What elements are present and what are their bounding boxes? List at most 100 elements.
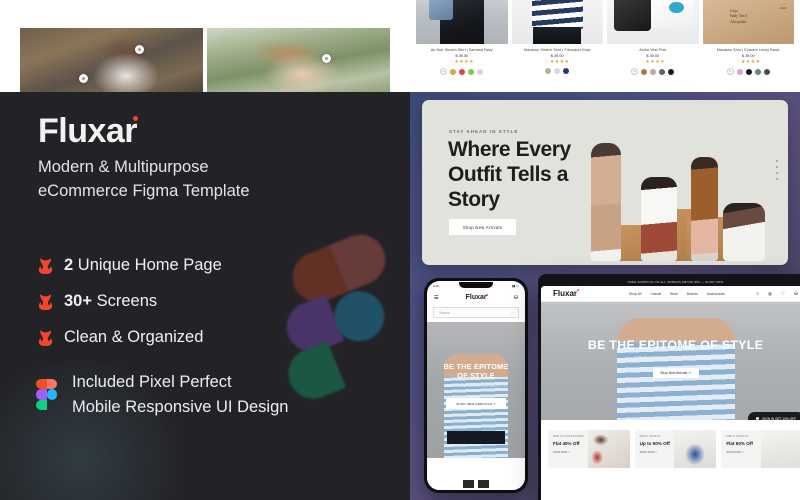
mockup-stage: STAY AHEAD IN STYLE Where Every Outfit T… <box>410 92 800 500</box>
color-swatches[interactable]: 3+ <box>631 68 675 75</box>
product-card[interactable]: Au Noir Stretch Shirt | Santana Navy $ 3… <box>416 0 508 92</box>
star-filled-icon: ★★★★ <box>740 59 761 65</box>
star-filled-icon: ★★★★ <box>645 59 665 65</box>
product-card[interactable]: Aloha Vest Pink $ 39.00 ☆★★★★ 3+ <box>607 0 699 92</box>
lifestyle-photo-1 <box>20 28 203 92</box>
product-image <box>511 0 603 44</box>
status-indicators: ▮▮ ▭ <box>512 283 519 288</box>
color-swatches[interactable]: 3+ <box>440 68 484 75</box>
star-filled-icon: ★★★★ <box>454 59 474 65</box>
product-name: Au Noir Stretch Shirt | Santana Navy <box>430 48 493 52</box>
flame-icon <box>38 329 53 346</box>
swatch[interactable] <box>563 68 570 74</box>
phone-mockup: 9:41 ▮▮ ▭ ☰ Fluxar ⛁ Search ⌕ BE THE EPI… <box>424 278 528 493</box>
flame-icon <box>38 257 53 274</box>
feature-label: Clean & Organized <box>64 328 204 346</box>
figma-note-line-2: Mobile Responsive UI Design <box>72 397 289 416</box>
swatch[interactable] <box>477 68 484 75</box>
swatch[interactable] <box>545 68 552 74</box>
info-panel: Fluxar Modern & Multipurpose eCommerce F… <box>0 92 410 500</box>
promo-card-row: MEN'S ACCESSORIES Flat 40% Off SHOP NOW … <box>541 420 800 468</box>
promo-link[interactable]: SHOP NOW ↗ <box>553 451 588 454</box>
promo-eyebrow: MEN'S ACCESSORIES <box>553 435 584 438</box>
hamburger-icon[interactable]: ☰ <box>434 295 438 301</box>
swatch[interactable] <box>554 68 561 74</box>
rating-stars: ☆★★★★ <box>736 60 760 65</box>
swatch[interactable] <box>659 68 666 75</box>
more-swatches-badge[interactable]: 3+ <box>726 68 734 75</box>
hero-title-line-1: Where Every <box>448 138 571 161</box>
hotspot-dot[interactable] <box>322 53 332 63</box>
ribbon-label: SIGN IN GET 10% OFF <box>762 416 796 421</box>
nav-link[interactable]: Shop All <box>629 292 641 296</box>
promo-image <box>674 430 717 468</box>
figma-note-line-1: Included Pixel Perfect <box>72 373 232 391</box>
swatch[interactable] <box>763 68 770 75</box>
swatch[interactable] <box>650 68 657 75</box>
product-image <box>607 0 699 44</box>
product-image <box>416 0 508 44</box>
promo-card[interactable]: MEN'S SHORTS Flat 50% Off SHOP NOW ↗ <box>721 430 800 468</box>
swatch[interactable] <box>450 68 457 75</box>
swatch[interactable] <box>736 68 743 75</box>
promo-title: Flat 40% Off <box>553 441 580 446</box>
desktop-hero-image: BE THE EPITOME OF STYLE With Our Trendse… <box>541 302 800 420</box>
desktop-nav-icons[interactable]: ⌕ ◍ ♡ ⛁ <box>756 291 798 297</box>
promo-card[interactable]: MEN'S SHIRTS Up to 50% Off SHOP NOW ↗ <box>634 430 717 468</box>
nav-link[interactable]: Brands <box>687 292 698 296</box>
more-swatches-badge[interactable]: 3+ <box>631 68 639 75</box>
signin-offer-ribbon[interactable]: SIGN IN GET 10% OFF <box>747 412 800 421</box>
phone-search-input[interactable]: Search ⌕ <box>433 307 519 318</box>
feature-item: Clean & Organized <box>38 328 222 347</box>
feature-label: 2 Unique Home Page <box>64 256 222 275</box>
ribbon-dot-icon <box>755 416 760 420</box>
product-card[interactable]: Macasso Stretch Shirt | Fibonacci Husk $… <box>511 0 603 92</box>
product-name: Macasso Stretch Shirt | Fibonacci Husk <box>524 48 591 52</box>
brand-name: Fluxar <box>38 112 138 150</box>
promo-card[interactable]: MEN'S ACCESSORIES Flat 40% Off SHOP NOW … <box>548 430 630 468</box>
swatch[interactable] <box>468 68 475 75</box>
swatch[interactable] <box>459 68 466 75</box>
hotspot-dot[interactable] <box>78 74 88 84</box>
more-swatches-badge[interactable]: 3+ <box>440 68 448 75</box>
phone-notch <box>459 282 493 288</box>
announcement-bar: FREE SHIPPING ON ALL ORDERS ABOVE $50 — … <box>627 279 724 284</box>
color-swatches[interactable] <box>545 68 570 74</box>
promo-eyebrow: MEN'S SHORTS <box>726 435 749 438</box>
hero-cta-button[interactable]: Shop New Arrivals <box>449 219 516 235</box>
promo-link[interactable]: SHOP NOW ↗ <box>640 451 675 454</box>
user-icon[interactable]: ◍ <box>768 291 772 297</box>
phone-cta-button[interactable]: SHOP NEW ARRIVALS ↗ <box>446 398 506 409</box>
search-icon[interactable]: ⌕ <box>511 311 513 315</box>
search-placeholder: Search <box>439 310 450 315</box>
search-icon[interactable]: ⌕ <box>756 291 759 297</box>
swatch[interactable] <box>668 68 675 75</box>
hotspot-dot[interactable] <box>135 44 145 54</box>
product-price: $ 39.00 <box>741 54 755 58</box>
desktop-cta-button[interactable]: Shop New Arrivals ↗ <box>652 368 699 378</box>
nav-link[interactable]: Casual <box>650 292 661 296</box>
shopping-bag-icon[interactable]: ⛁ <box>514 295 518 301</box>
swatch[interactable] <box>745 68 752 75</box>
status-time: 9:41 <box>433 283 439 288</box>
promo-link[interactable]: SHOP NOW ↗ <box>726 451 761 454</box>
shopping-bag-icon[interactable]: ⛁ <box>794 291 798 297</box>
feature-label: 30+ Screens <box>64 292 157 311</box>
nav-link[interactable]: Work <box>670 292 678 296</box>
desktop-nav-links[interactable]: Shop All Casual Work Brands Accessories <box>629 292 725 296</box>
figma-logo-icon <box>36 378 58 411</box>
star-filled-icon: ★★★★ <box>549 59 570 65</box>
phone-headline-line-1: BE THE EPITOME <box>443 362 509 371</box>
product-card[interactable]: Cayo Salty Yard Alwaylast 2022 Macasso Shi… <box>702 0 794 92</box>
heart-icon[interactable]: ♡ <box>781 291 785 297</box>
carousel-dots[interactable] <box>776 160 778 180</box>
nav-link[interactable]: Accessories <box>707 292 725 296</box>
swatch[interactable] <box>641 68 648 75</box>
brand-dot-icon <box>133 116 139 121</box>
flame-icon <box>38 293 53 310</box>
desktop-subhead: With Our Trendsetting Summer Collection … <box>633 355 718 360</box>
phone-headline: BE THE EPITOME OF STYLE <box>427 362 525 380</box>
swatch[interactable] <box>754 68 761 75</box>
color-swatches[interactable]: 3+ <box>726 68 770 75</box>
figma-note-text: Included Pixel Perfect Mobile Responsive… <box>72 370 288 420</box>
